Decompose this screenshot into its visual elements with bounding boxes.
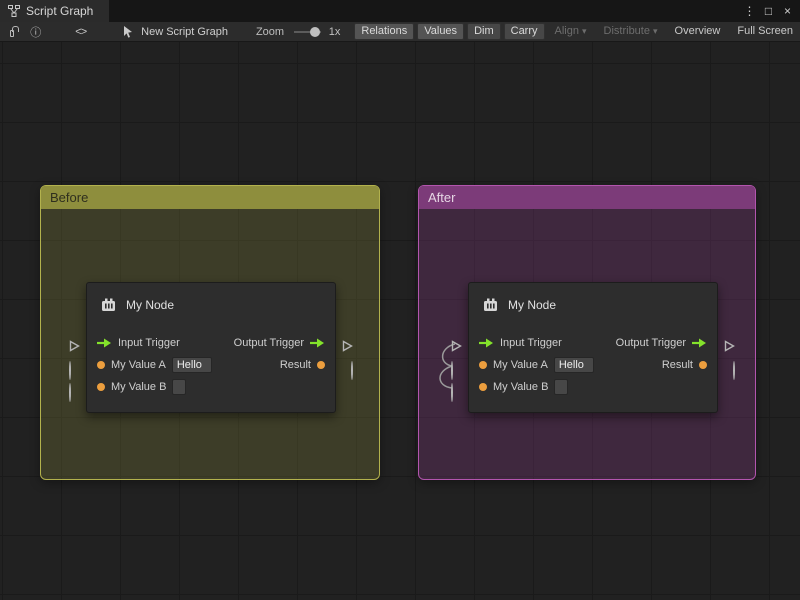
flow-in-icon [479,338,494,348]
output-trigger-label: Output Trigger [616,337,686,349]
value-b-dot-icon [479,383,487,391]
value-b-port[interactable] [451,384,453,402]
node-header: My Node [469,283,717,327]
group-before[interactable]: Before My [40,185,380,480]
title-bar: Script Graph ⋮ □ × [0,0,800,22]
zoom-value: 1x [329,26,341,38]
result-port[interactable] [733,362,735,380]
my-node-after[interactable]: My Node Input Trigger Output Trigger [468,282,718,413]
value-b-port[interactable] [69,384,71,402]
output-trigger-port[interactable] [342,339,353,357]
tab-label: Script Graph [26,4,93,18]
node-title: My Node [508,298,556,312]
value-b-input[interactable] [172,379,186,395]
value-b-label: My Value B [111,381,166,393]
tab-script-graph[interactable]: Script Graph [0,0,109,22]
value-a-label: My Value A [493,359,548,371]
values-button[interactable]: Values [417,23,464,40]
group-after-header[interactable]: After [419,186,755,209]
value-a-port[interactable] [69,362,71,380]
result-label: Result [662,359,693,371]
group-before-header[interactable]: Before [41,186,379,209]
flow-out-icon [310,338,325,348]
group-before-title: Before [50,190,88,205]
port-row-value-a: My Value A Result [87,354,335,376]
result-port[interactable] [351,362,353,380]
unit-icon [482,297,499,314]
flow-in-icon [97,338,112,348]
info-icon[interactable]: ⓘ [30,24,41,40]
port-row-value-b: My Value B [469,376,717,398]
toolbar-buttons: Relations Values Dim Carry Align▾ Distri… [354,23,800,40]
output-trigger-label: Output Trigger [234,337,304,349]
zoom-label: Zoom [256,26,284,38]
maximize-icon[interactable]: □ [760,0,777,22]
result-label: Result [280,359,311,371]
distribute-button: Distribute▾ [597,23,665,40]
graph-asset-icon [122,25,134,38]
my-node-before[interactable]: My Node Input Trigger Output Trigger [86,282,336,413]
zoom-slider-thumb[interactable] [310,27,320,37]
relations-button[interactable]: Relations [354,23,414,40]
align-button: Align▾ [548,23,594,40]
graph-name: New Script Graph [141,26,228,38]
input-trigger-port[interactable] [69,339,80,357]
node-ports: Input Trigger Output Trigger My Value A … [87,332,335,398]
port-row-value-b: My Value B [87,376,335,398]
unit-icon [100,297,117,314]
lock-icon[interactable] [10,30,14,37]
input-trigger-port[interactable] [451,339,462,357]
overview-button[interactable]: Overview [668,23,728,40]
output-trigger-port[interactable] [724,339,735,357]
input-trigger-label: Input Trigger [500,337,562,349]
flow-out-icon [692,338,707,348]
script-graph-icon [8,5,20,17]
dim-button[interactable]: Dim [467,23,501,40]
value-b-dot-icon [97,383,105,391]
result-dot-icon [317,361,325,369]
node-ports: Input Trigger Output Trigger My Value A … [469,332,717,398]
value-a-label: My Value A [111,359,166,371]
chevron-down-icon: ▾ [582,26,587,36]
window-controls: ⋮ □ × [741,0,800,22]
value-a-input[interactable] [172,357,212,373]
value-b-input[interactable] [554,379,568,395]
port-row-trigger: Input Trigger Output Trigger [469,332,717,354]
node-title: My Node [126,298,174,312]
group-after[interactable]: After [418,185,756,480]
value-a-dot-icon [97,361,105,369]
chevron-down-icon: ▾ [653,26,658,36]
kebab-menu-icon[interactable]: ⋮ [741,0,758,22]
value-b-label: My Value B [493,381,548,393]
value-a-input[interactable] [554,357,594,373]
close-icon[interactable]: × [779,0,796,22]
result-dot-icon [699,361,707,369]
carry-button[interactable]: Carry [504,23,545,40]
zoom-slider[interactable] [294,31,321,33]
graph-toolbar: ⓘ <> New Script Graph Zoom 1x Relations … [0,22,800,42]
fullscreen-button[interactable]: Full Screen [730,23,800,40]
node-header: My Node [87,283,335,327]
group-after-title: After [428,190,455,205]
graph-canvas[interactable]: Before My [0,42,800,600]
code-view-icon[interactable]: <> [75,26,86,38]
input-trigger-label: Input Trigger [118,337,180,349]
port-row-trigger: Input Trigger Output Trigger [87,332,335,354]
port-row-value-a: My Value A Result [469,354,717,376]
value-a-port[interactable] [451,362,453,380]
value-a-dot-icon [479,361,487,369]
